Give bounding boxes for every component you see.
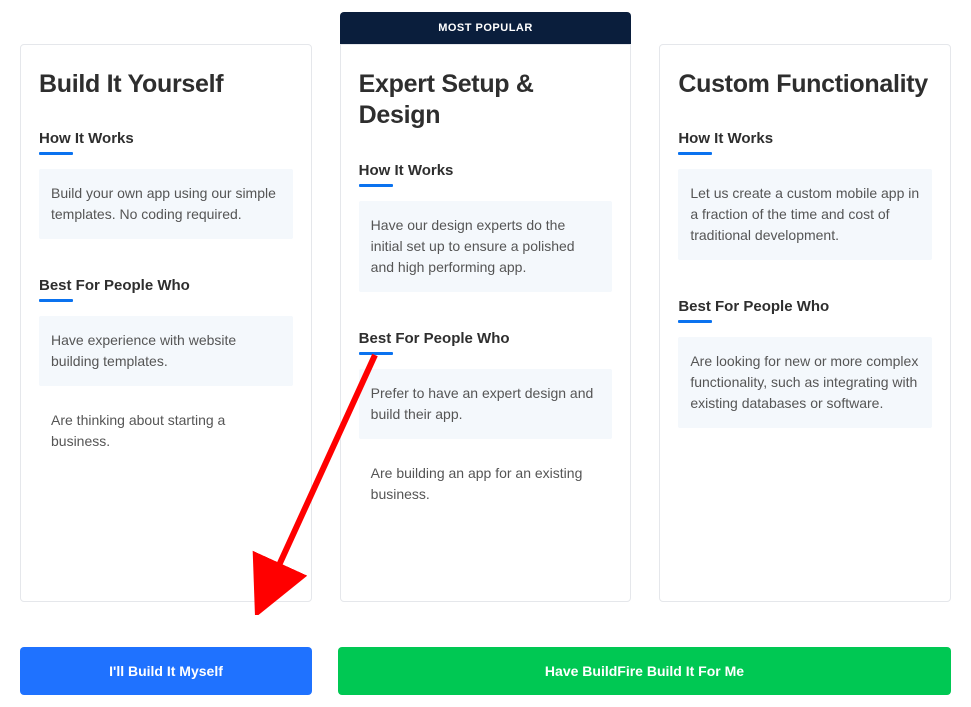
best-for-text-2: Are building an app for an existing busi… xyxy=(359,449,613,519)
best-for-text-1: Are looking for new or more complex func… xyxy=(678,337,932,428)
accent-underline xyxy=(39,152,73,155)
card-build-yourself-wrap: Build It Yourself How It Works Build you… xyxy=(20,12,312,602)
pricing-cards-row: Build It Yourself How It Works Build you… xyxy=(20,12,951,602)
accent-underline xyxy=(678,320,712,323)
card-title: Build It Yourself xyxy=(39,69,293,100)
card-custom-functionality-wrap: Custom Functionality How It Works Let us… xyxy=(659,12,951,602)
card-build-yourself: Build It Yourself How It Works Build you… xyxy=(20,44,312,602)
how-it-works-label: How It Works xyxy=(359,162,613,179)
card-expert-setup-wrap: MOST POPULAR Expert Setup & Design How I… xyxy=(340,12,632,602)
best-for-label: Best For People Who xyxy=(39,277,293,294)
accent-underline xyxy=(359,352,393,355)
best-for-text-1: Have experience with website building te… xyxy=(39,316,293,386)
build-for-me-button[interactable]: Have BuildFire Build It For Me xyxy=(338,647,951,695)
cta-buttons-row: I'll Build It Myself Have BuildFire Buil… xyxy=(20,647,951,695)
how-it-works-text: Let us create a custom mobile app in a f… xyxy=(678,169,932,260)
how-it-works-text: Have our design experts do the initial s… xyxy=(359,201,613,292)
how-it-works-text: Build your own app using our simple temp… xyxy=(39,169,293,239)
badge-spacer xyxy=(20,12,312,44)
badge-spacer xyxy=(659,12,951,44)
most-popular-badge: MOST POPULAR xyxy=(340,12,632,44)
accent-underline xyxy=(678,152,712,155)
card-title: Expert Setup & Design xyxy=(359,69,613,132)
accent-underline xyxy=(39,299,73,302)
build-myself-button[interactable]: I'll Build It Myself xyxy=(20,647,312,695)
card-custom-functionality: Custom Functionality How It Works Let us… xyxy=(659,44,951,602)
how-it-works-label: How It Works xyxy=(678,130,932,147)
how-it-works-label: How It Works xyxy=(39,130,293,147)
card-title: Custom Functionality xyxy=(678,69,932,100)
best-for-label: Best For People Who xyxy=(359,330,613,347)
best-for-label: Best For People Who xyxy=(678,298,932,315)
accent-underline xyxy=(359,184,393,187)
best-for-text-1: Prefer to have an expert design and buil… xyxy=(359,369,613,439)
card-expert-setup: Expert Setup & Design How It Works Have … xyxy=(340,44,632,602)
best-for-text-2: Are thinking about starting a business. xyxy=(39,396,293,466)
